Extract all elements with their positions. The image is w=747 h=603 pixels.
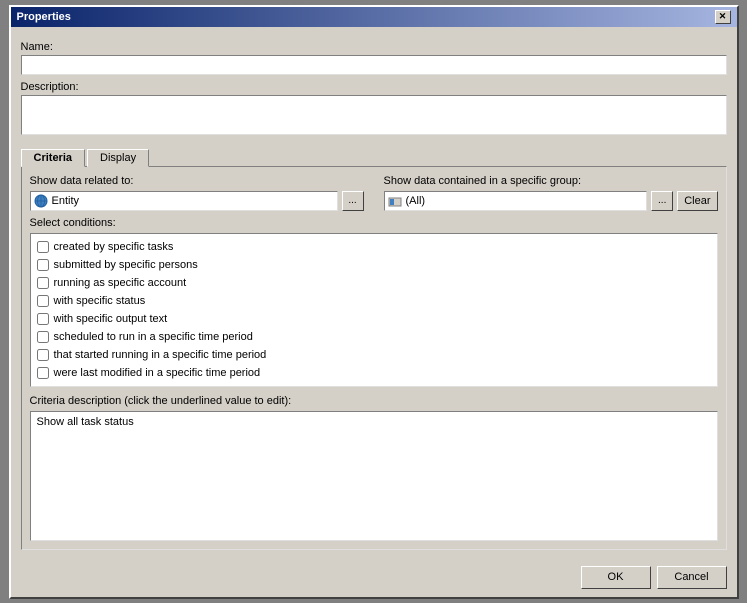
- group-browse-button[interactable]: ...: [651, 191, 673, 211]
- clear-button[interactable]: Clear: [677, 191, 717, 211]
- description-label: Description:: [21, 81, 727, 93]
- condition-submitted-by-persons: submitted by specific persons: [37, 256, 711, 274]
- checkbox-created-by-tasks[interactable]: [37, 241, 49, 253]
- condition-created-by-tasks: created by specific tasks: [37, 238, 711, 256]
- description-input[interactable]: [21, 95, 727, 135]
- name-label: Name:: [21, 41, 727, 53]
- checkbox-scheduled-to-run[interactable]: [37, 331, 49, 343]
- tab-criteria[interactable]: Criteria: [21, 149, 86, 167]
- group-text: (All): [406, 195, 426, 207]
- checkbox-with-specific-status[interactable]: [37, 295, 49, 307]
- checkbox-submitted-by-persons[interactable]: [37, 259, 49, 271]
- checkbox-with-specific-output-text[interactable]: [37, 313, 49, 325]
- name-input[interactable]: [21, 55, 727, 75]
- cancel-button[interactable]: Cancel: [657, 566, 727, 589]
- tab-content-criteria: Show data related to:: [21, 166, 727, 550]
- checkbox-that-started-running[interactable]: [37, 349, 49, 361]
- checkbox-running-as-account[interactable]: [37, 277, 49, 289]
- entity-input: Entity: [30, 191, 338, 211]
- properties-dialog: Properties ✕ Name: Description: Criteria…: [9, 5, 739, 599]
- condition-running-as-account: running as specific account: [37, 274, 711, 292]
- dialog-title: Properties: [17, 11, 71, 23]
- title-bar: Properties ✕: [11, 7, 737, 27]
- show-group-label: Show data contained in a specific group:: [384, 175, 718, 187]
- dialog-body: Name: Description: Criteria Display Show…: [11, 27, 737, 560]
- select-conditions-label: Select conditions:: [30, 217, 718, 229]
- checkbox-were-last-modified[interactable]: [37, 367, 49, 379]
- show-group-col: Show data contained in a specific group:…: [384, 175, 718, 211]
- criteria-desc-box: Show all task status: [30, 411, 718, 541]
- group-icon: [388, 194, 402, 208]
- criteria-desc-label: Criteria description (click the underlin…: [30, 395, 718, 407]
- close-button[interactable]: ✕: [715, 10, 731, 24]
- condition-scheduled-to-run: scheduled to run in a specific time peri…: [37, 328, 711, 346]
- top-row: Show data related to:: [30, 175, 718, 211]
- tab-display[interactable]: Display: [87, 149, 149, 167]
- ok-button[interactable]: OK: [581, 566, 651, 589]
- condition-that-started-running: that started running in a specific time …: [37, 346, 711, 364]
- show-data-col: Show data related to:: [30, 175, 364, 211]
- conditions-box: created by specific tasks submitted by s…: [30, 233, 718, 387]
- condition-were-last-modified: were last modified in a specific time pe…: [37, 364, 711, 382]
- criteria-desc-text: Show all task status: [37, 416, 134, 428]
- dialog-footer: OK Cancel: [11, 560, 737, 597]
- condition-with-specific-status: with specific status: [37, 292, 711, 310]
- tab-bar: Criteria Display: [21, 148, 727, 166]
- show-data-label: Show data related to:: [30, 175, 364, 187]
- entity-icon: [34, 194, 48, 208]
- condition-with-specific-output-text: with specific output text: [37, 310, 711, 328]
- group-input: (All): [384, 191, 648, 211]
- entity-browse-button[interactable]: ...: [342, 191, 364, 211]
- entity-text: Entity: [52, 195, 80, 207]
